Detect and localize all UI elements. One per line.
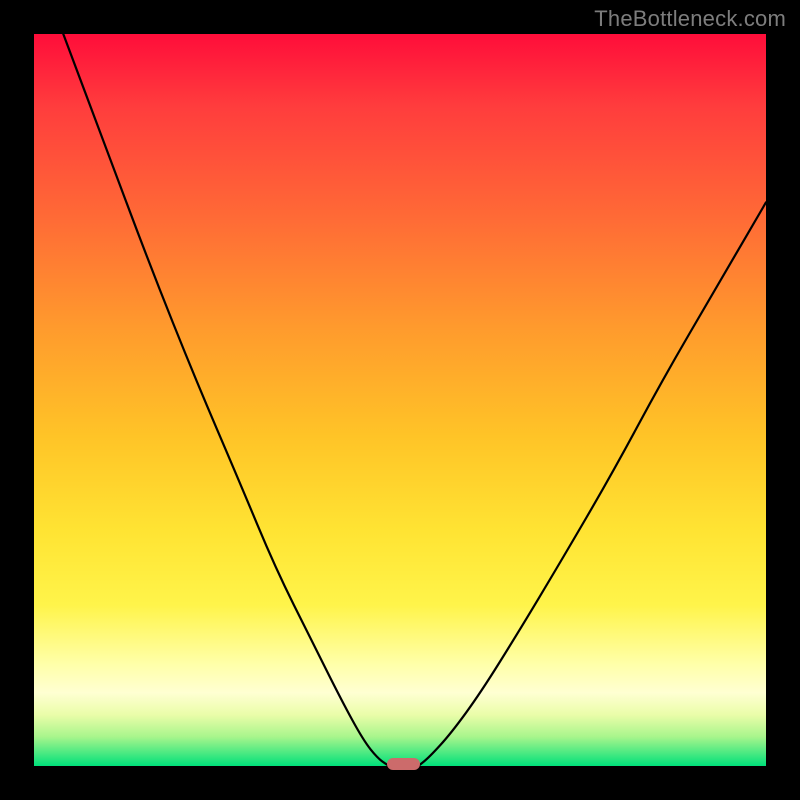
chart-frame: TheBottleneck.com (0, 0, 800, 800)
bottleneck-curve-right (418, 202, 766, 766)
curve-layer (34, 34, 766, 766)
plot-area (34, 34, 766, 766)
optimal-marker (387, 758, 420, 770)
watermark-text: TheBottleneck.com (594, 6, 786, 32)
bottleneck-curve-left (63, 34, 389, 766)
